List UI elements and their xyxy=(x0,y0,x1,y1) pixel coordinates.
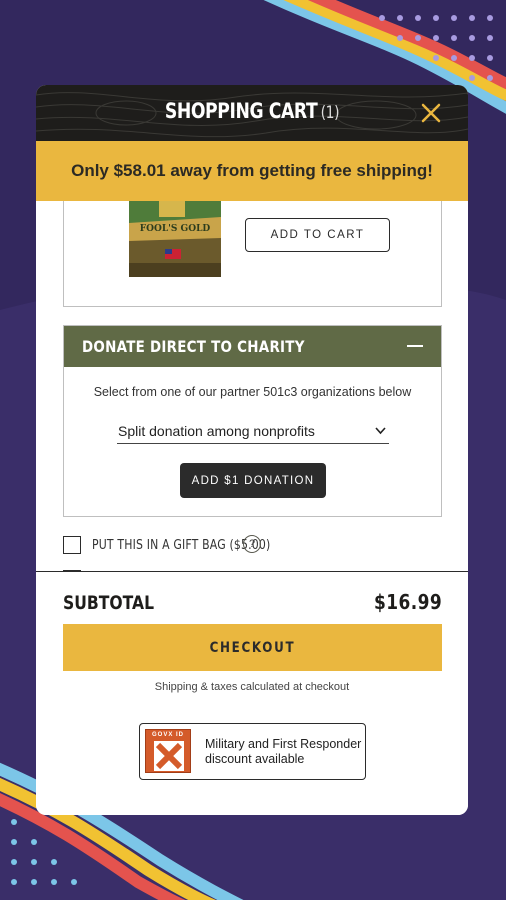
govx-x-icon xyxy=(154,741,184,771)
gift-bag-row: PUT THIS IN A GIFT BAG ($5.00) ? xyxy=(63,534,271,556)
donate-subtitle: Select from one of our partner 501c3 org… xyxy=(93,385,412,399)
nonprofit-select[interactable]: Split donation among nonprofits xyxy=(117,421,389,444)
free-shipping-text: Only $58.01 away from getting free shipp… xyxy=(71,161,433,180)
close-button[interactable] xyxy=(420,102,442,124)
add-to-cart-button[interactable]: ADD TO CART xyxy=(245,218,390,252)
subtotal-value: $16.99 xyxy=(373,590,442,614)
checkout-label: CHECKOUT xyxy=(209,639,296,656)
govx-line2: discount available xyxy=(205,752,305,766)
cart-title: SHOPPING CART (1) xyxy=(75,99,429,123)
govx-discount-link[interactable]: GOVX ID Military and First Responder dis… xyxy=(139,723,366,780)
chevron-down-icon xyxy=(375,427,386,435)
add-donation-button[interactable]: ADD $1 DONATION xyxy=(180,463,326,498)
govx-logo: GOVX ID xyxy=(145,729,191,773)
cart-scroll-area[interactable]: FOOL'S GOLD ADD TO CART DONATE DIRECT TO… xyxy=(36,201,468,573)
cart-modal: SHOPPING CART (1) Only $58.01 away from g… xyxy=(36,85,468,815)
gift-bag-label: PUT THIS IN A GIFT BAG ($5.00) xyxy=(92,537,271,553)
minus-icon xyxy=(407,345,423,347)
coffee-bag-image: FOOL'S GOLD xyxy=(129,201,221,277)
donate-header[interactable]: DONATE DIRECT TO CHARITY xyxy=(64,326,441,367)
coffee-bag-label: FOOL'S GOLD xyxy=(140,224,211,234)
nonprofit-select-value: Split donation among nonprofits xyxy=(118,423,315,439)
recommended-product: FOOL'S GOLD ADD TO CART xyxy=(63,201,442,307)
govx-text: Military and First Responder discount av… xyxy=(205,737,361,767)
subtotal-label: SUBTOTAL xyxy=(63,592,155,614)
free-shipping-banner: Only $58.01 away from getting free shipp… xyxy=(36,141,468,201)
govx-line1: Military and First Responder xyxy=(205,737,362,751)
donate-section: DONATE DIRECT TO CHARITY Select from one… xyxy=(63,325,442,517)
govx-logo-tag: GOVX ID xyxy=(151,732,184,738)
cart-title-text: SHOPPING CART xyxy=(164,99,318,123)
shipping-note: Shipping & taxes calculated at checkout xyxy=(154,681,350,693)
checkout-button[interactable]: CHECKOUT xyxy=(63,624,442,671)
cart-footer: SUBTOTAL $16.99 CHECKOUT Shipping & taxe… xyxy=(36,571,468,815)
cart-item-count: (1) xyxy=(320,103,340,123)
cart-header: SHOPPING CART (1) xyxy=(36,85,468,141)
help-icon[interactable]: ? xyxy=(243,535,261,553)
close-icon xyxy=(421,103,441,123)
donate-title: DONATE DIRECT TO CHARITY xyxy=(82,337,305,356)
gift-bag-checkbox[interactable] xyxy=(63,536,81,554)
